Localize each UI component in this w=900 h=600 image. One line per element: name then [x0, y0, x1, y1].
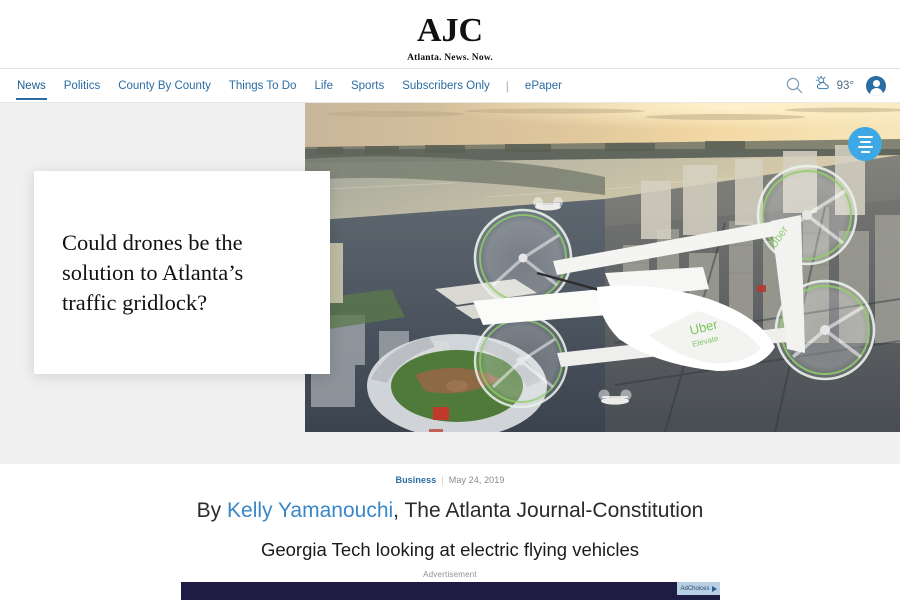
adchoices-arrow-icon [711, 585, 717, 592]
article-category-link[interactable]: Business [395, 475, 436, 485]
nav-utilities: 93° [786, 75, 890, 96]
search-icon[interactable] [786, 77, 803, 94]
article-date: May 24, 2019 [448, 475, 505, 485]
article-subheadline: Georgia Tech looking at electric flying … [260, 539, 640, 560]
article-meta: Business | May 24, 2019 By Kelly Yamanou… [0, 464, 900, 561]
ajc-tagline: Atlanta. News. Now. [407, 52, 493, 63]
fab-line-2 [859, 140, 871, 143]
user-avatar-icon[interactable] [866, 75, 886, 96]
page-title: Could drones be the solution to Atlanta’… [62, 229, 244, 315]
weather-widget[interactable]: 93° [815, 75, 854, 95]
ad-banner[interactable]: AdChoices [180, 582, 720, 600]
avatar-glyph [866, 76, 886, 96]
main-navigation: News Politics County By County Things To… [0, 68, 900, 102]
list-menu-icon[interactable] [848, 127, 882, 161]
advertisement-label: Advertisement [423, 570, 477, 579]
nav-item-politics[interactable]: Politics [55, 69, 109, 103]
headline-card[interactable]: Could drones be the solution to Atlanta’… [34, 171, 330, 374]
adchoices-label: AdChoices [680, 585, 710, 592]
nav-item-things-to-do[interactable]: Things To Do [220, 69, 306, 103]
byline-publication: , The Atlanta Journal-Constitution [393, 499, 704, 522]
nav-item-sports[interactable]: Sports [342, 69, 393, 103]
fab-line-1 [857, 135, 873, 138]
advertisement-container: Advertisement AdChoices [0, 570, 900, 600]
ajc-logo[interactable]: AJC [417, 13, 483, 48]
nav-item-subscribers-only[interactable]: Subscribers Only [393, 69, 499, 103]
sun-behind-cloud-icon [815, 75, 833, 95]
hero-section: Uber Elevate Uber Could drones be the so… [0, 102, 900, 464]
fab-line-3 [857, 145, 873, 148]
article-kicker: Business | May 24, 2019 [395, 475, 504, 485]
nav-item-county-by-county[interactable]: County By County [109, 69, 220, 103]
byline-author-link[interactable]: Kelly Yamanouchi [227, 499, 393, 522]
avatar-body [869, 87, 883, 96]
weather-temperature: 93° [836, 79, 854, 92]
nav-item-life[interactable]: Life [305, 69, 342, 103]
nav-item-epaper[interactable]: ePaper [516, 69, 571, 103]
page-root: AJC Atlanta. News. Now. News Politics Co… [0, 0, 900, 600]
masthead: AJC Atlanta. News. Now. [0, 0, 900, 68]
byline-prefix: By [196, 499, 228, 522]
kicker-separator: | [441, 475, 444, 485]
nav-separator: | [505, 78, 509, 93]
fab-line-4 [860, 150, 870, 153]
nav-item-news[interactable]: News [8, 69, 55, 103]
hero-image[interactable]: Uber Elevate Uber [305, 103, 900, 432]
hero-illustration: Uber Elevate Uber [305, 103, 900, 432]
avatar-head [872, 79, 880, 87]
adchoices-badge[interactable]: AdChoices [677, 582, 720, 595]
article-byline: By Kelly Yamanouchi, The Atlanta Journal… [0, 499, 900, 523]
nav-links: News Politics County By County Things To… [8, 69, 571, 103]
